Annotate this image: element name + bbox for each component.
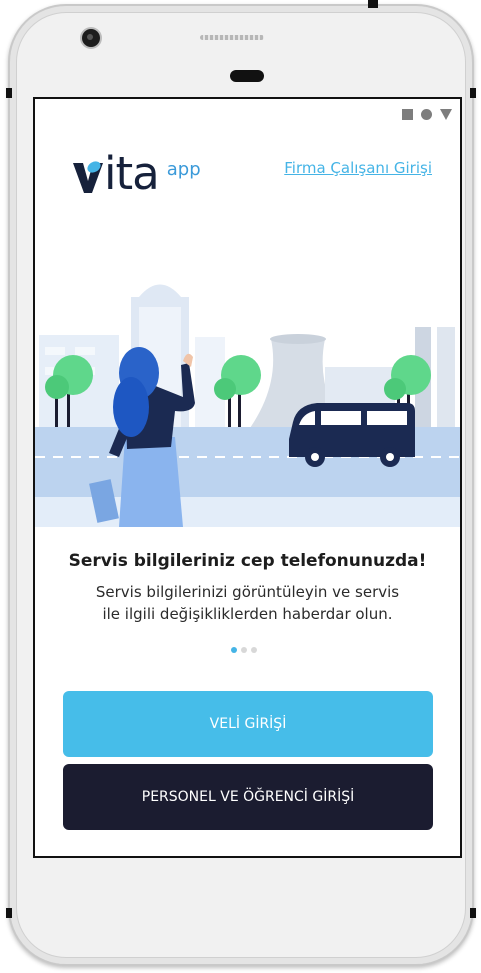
phone-side-button-right xyxy=(470,88,476,98)
page-dot-3[interactable] xyxy=(251,647,257,653)
parent-login-button[interactable]: VELİ GİRİŞİ xyxy=(63,691,433,757)
triangle-icon xyxy=(440,108,452,120)
onboarding-description: Servis bilgilerinizi görüntüleyin ve ser… xyxy=(75,581,420,625)
phone-side-button-left xyxy=(6,88,12,98)
logo-app-label: app xyxy=(166,159,201,180)
speaker-grill xyxy=(200,35,264,40)
page-dot-1[interactable] xyxy=(231,647,237,653)
onboarding-illustration xyxy=(35,277,460,527)
staff-student-login-label: PERSONEL VE ÖĞRENCİ GİRİŞİ xyxy=(141,789,355,805)
employee-login-link[interactable]: Firma Çalışanı Girişi xyxy=(284,159,432,177)
onboarding-description-line-2: ile ilgili değişikliklerden haberdar olu… xyxy=(102,605,393,623)
logo-wordmark-rest: ita xyxy=(104,147,160,200)
page-indicator xyxy=(231,647,257,653)
phone-side-button-top xyxy=(368,0,378,8)
status-bar xyxy=(402,107,452,121)
earpiece xyxy=(230,70,264,82)
circle-icon xyxy=(421,108,432,120)
vita-app-logo: vita ita app xyxy=(73,149,201,199)
parent-login-label: VELİ GİRİŞİ xyxy=(209,716,287,732)
onboarding-description-line-1: Servis bilgilerinizi görüntüleyin ve ser… xyxy=(95,583,400,601)
phone-side-button-bottom-right xyxy=(470,908,476,918)
front-camera xyxy=(82,29,100,47)
phone-side-button-bottom-left xyxy=(6,908,12,918)
page-dot-2[interactable] xyxy=(241,647,247,653)
staff-student-login-button[interactable]: PERSONEL VE ÖĞRENCİ GİRİŞİ xyxy=(63,764,433,830)
onboarding-title: Servis bilgileriniz cep telefonunuzda! xyxy=(68,551,427,571)
app-screen: vita ita app Firma Çalışanı Girişi xyxy=(33,97,462,858)
square-icon xyxy=(402,108,413,120)
